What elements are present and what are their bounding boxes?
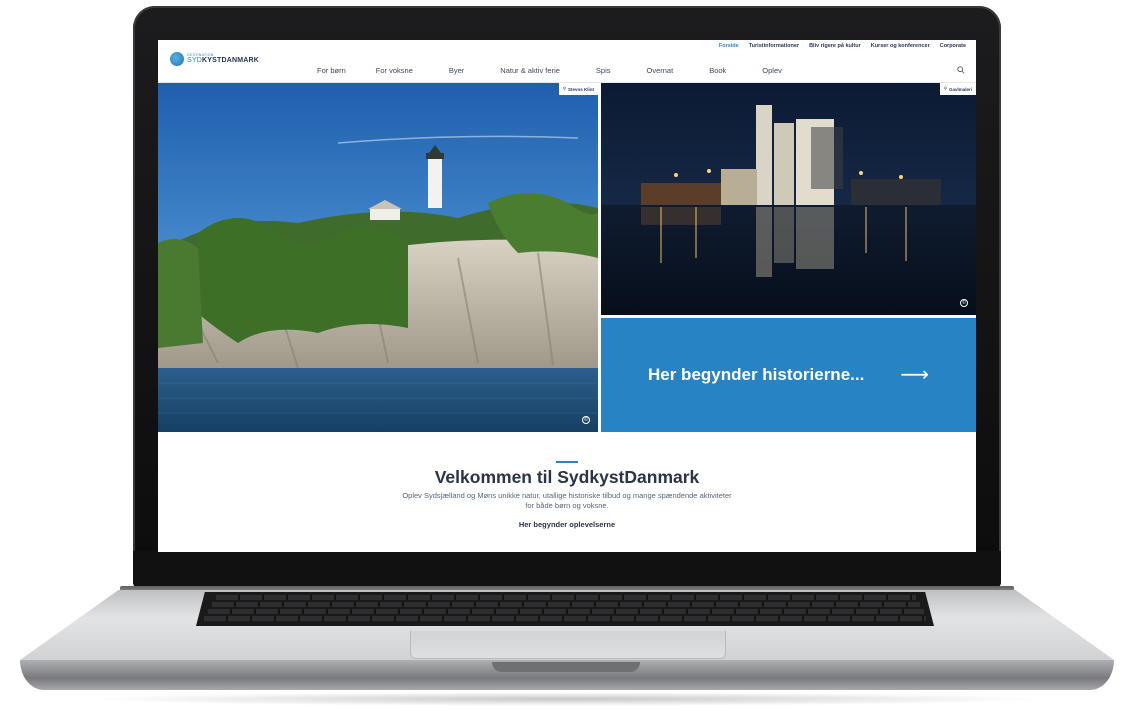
util-link-kultur[interactable]: Bliv rigere på kultur [809, 43, 861, 49]
hero-image-stevns-klint[interactable]: ⚲ Stevns Klint © [158, 83, 598, 432]
site-logo[interactable]: DESTINATION SYDKYSTDANMARK [170, 52, 259, 66]
laptop-keyboard [196, 592, 934, 626]
location-pin-icon: ⚲ [562, 86, 566, 91]
nav-item-for-voksne[interactable]: For voksne [376, 66, 413, 75]
welcome-link[interactable]: Her begynder oplevelserne [158, 520, 976, 529]
copyright-icon[interactable]: © [960, 299, 968, 307]
util-link-forside[interactable]: Forside [719, 43, 739, 49]
nav-item-overnat[interactable]: Overnat [647, 66, 674, 75]
laptop-mockup: Forside Turistinformationer Bliv rigere … [0, 0, 1129, 714]
location-tag-gavlmaleri: ⚲ Gavlmaleri [939, 83, 976, 95]
hero-cta-text[interactable]: Her begynder historierne... [648, 365, 864, 385]
laptop-screen: Forside Turistinformationer Bliv rigere … [158, 40, 976, 552]
nav-item-natur[interactable]: Natur & aktiv ferie [500, 66, 560, 75]
hero-image-gavlmaleri[interactable]: ⚲ Gavlmaleri © [601, 83, 976, 315]
util-link-kurser[interactable]: Kurser og konferencer [871, 43, 930, 49]
laptop-notch [492, 662, 640, 672]
nav-item-for-boern[interactable]: For børn [317, 66, 346, 75]
search-icon[interactable] [957, 66, 965, 74]
laptop-shadow [80, 692, 1050, 706]
arrow-right-icon[interactable]: ⟶ [900, 365, 929, 385]
location-pin-icon: ⚲ [943, 86, 947, 91]
util-link-corporate[interactable]: Corporate [940, 43, 966, 49]
laptop-trackpad [410, 631, 726, 659]
nav-item-byer[interactable]: Byer [449, 66, 464, 75]
util-link-turistinformationer[interactable]: Turistinformationer [749, 43, 799, 49]
copyright-icon[interactable]: © [582, 416, 590, 424]
welcome-title: Velkommen til SydkystDanmark [434, 467, 700, 487]
accent-line [556, 461, 578, 463]
logo-mark-icon [170, 52, 184, 66]
utility-nav: Forside Turistinformationer Bliv rigere … [719, 43, 966, 49]
silo-night-photo [601, 83, 976, 315]
cliff-lighthouse-photo [158, 83, 598, 432]
hero-cta-panel[interactable]: Her begynder historierne... ⟶ [601, 318, 976, 432]
laptop-bezel [133, 551, 1001, 588]
logo-wordmark: SYDKYSTDANMARK [187, 57, 260, 65]
welcome-text: Oplev Sydsjælland og Møns unikke natur, … [402, 491, 732, 510]
location-tag-stevns: ⚲ Stevns Klint [558, 83, 598, 95]
main-nav: For børn For voksne Byer Natur & aktiv f… [317, 66, 782, 75]
nav-item-spis[interactable]: Spis [596, 66, 611, 75]
nav-item-oplev[interactable]: Oplev [762, 66, 782, 75]
nav-item-book[interactable]: Book [709, 66, 726, 75]
